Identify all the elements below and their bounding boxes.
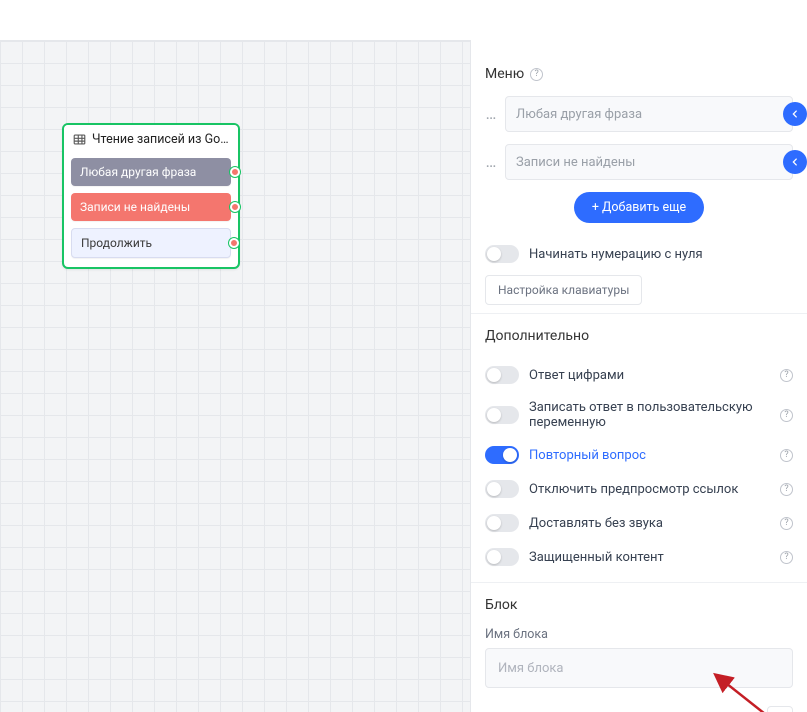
help-icon[interactable]: ? — [780, 369, 793, 382]
adv-label-3: Отключить предпросмотр ссылок — [529, 482, 770, 497]
section-menu-title: Меню — [485, 66, 524, 82]
toggle-start-zero-label: Начинать нумерацию с нуля — [529, 247, 793, 262]
node-output-0[interactable]: Любая другая фраза — [71, 158, 231, 186]
block-name-label: Имя блока — [485, 627, 793, 642]
workflow-node[interactable]: Чтение записей из Goo... Любая другая фр… — [62, 123, 240, 269]
menu-input-1[interactable] — [505, 144, 793, 180]
copy-id-button[interactable] — [767, 706, 793, 712]
node-output-port-1[interactable] — [230, 202, 240, 212]
adv-label-4: Доставлять без звука — [529, 516, 770, 531]
adv-row-3: Отключить предпросмотр ссылок? — [485, 472, 793, 506]
node-output-2[interactable]: Продолжить — [71, 228, 231, 258]
menu-row-collapse-button[interactable] — [783, 150, 807, 174]
adv-toggle-2[interactable] — [485, 446, 519, 464]
help-icon[interactable]: ? — [780, 409, 793, 422]
adv-row-4: Доставлять без звука? — [485, 506, 793, 540]
help-icon[interactable]: ? — [530, 68, 543, 81]
table-icon — [73, 133, 86, 146]
adv-toggle-5[interactable] — [485, 548, 519, 566]
adv-toggle-4[interactable] — [485, 514, 519, 532]
drag-handle-icon[interactable]: … — [485, 106, 497, 122]
help-icon[interactable]: ? — [780, 449, 793, 462]
section-advanced-title: Дополнительно — [485, 328, 589, 344]
settings-panel: Закрыть Меню ? …… + Добавить еще Начинат… — [470, 0, 807, 712]
adv-label-5: Защищенный контент — [529, 550, 770, 565]
adv-label-0: Ответ цифрами — [529, 368, 770, 383]
adv-row-5: Защищенный контент? — [485, 540, 793, 574]
adv-toggle-1[interactable] — [485, 406, 519, 424]
adv-row-1: Записать ответ в пользовательскую переме… — [485, 392, 793, 438]
help-icon[interactable]: ? — [780, 483, 793, 496]
workflow-canvas[interactable]: Чтение записей из Goo... Любая другая фр… — [0, 40, 470, 712]
node-header[interactable]: Чтение записей из Goo... — [64, 125, 238, 154]
adv-label-2: Повторный вопрос — [529, 448, 770, 463]
node-output-port-2[interactable] — [229, 238, 239, 248]
adv-toggle-0[interactable] — [485, 366, 519, 384]
help-icon[interactable]: ? — [780, 517, 793, 530]
adv-label-1: Записать ответ в пользовательскую переме… — [529, 400, 770, 430]
section-block-title: Блок — [485, 597, 517, 613]
node-title: Чтение записей из Goo... — [92, 132, 229, 147]
menu-row-1: … — [485, 144, 793, 180]
help-icon[interactable]: ? — [780, 551, 793, 564]
keyboard-settings-button[interactable]: Настройка клавиатуры — [485, 275, 642, 305]
toggle-start-zero[interactable] — [485, 245, 519, 263]
adv-row-0: Ответ цифрами? — [485, 358, 793, 392]
menu-input-0[interactable] — [505, 96, 793, 132]
section-advanced: Дополнительно Ответ цифрами? Записать отв… — [471, 313, 807, 582]
add-menu-item-button[interactable]: + Добавить еще — [574, 192, 704, 223]
adv-row-2: Повторный вопрос? — [485, 438, 793, 472]
block-name-input[interactable] — [485, 648, 793, 688]
node-output-port-0[interactable] — [230, 167, 240, 177]
menu-row-0: … — [485, 96, 793, 132]
menu-row-collapse-button[interactable] — [783, 102, 807, 126]
drag-handle-icon[interactable]: … — [485, 154, 497, 170]
section-menu: Меню ? … … + Добавить еще Начинать нумера… — [471, 42, 807, 313]
adv-toggle-3[interactable] — [485, 480, 519, 498]
section-block: Блок Имя блока ID 1127546 — [471, 582, 807, 712]
node-output-1[interactable]: Записи не найдены — [71, 193, 231, 221]
